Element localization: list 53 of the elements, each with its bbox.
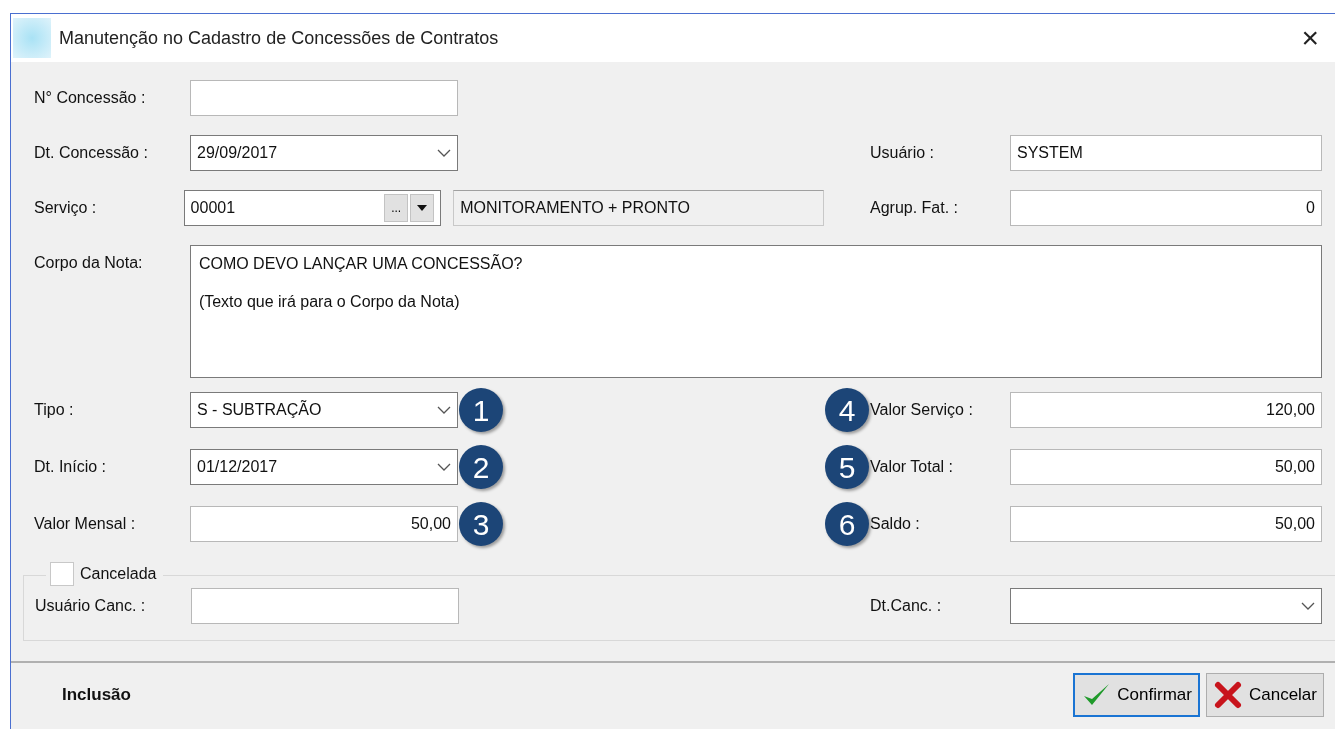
field-label: Usuário Canc. : — [35, 596, 147, 616]
memo-line: COMO DEVO LANÇAR UMA CONCESSÃO? — [198, 253, 524, 274]
memo-field[interactable]: COMO DEVO LANÇAR UMA CONCESSÃO? (Texto que irá para o Corpo da Nota) — [189, 245, 1322, 378]
combo-box[interactable]: 01/12/2017 — [190, 449, 458, 485]
text-field[interactable] — [191, 588, 459, 624]
status-text: Inclusão — [62, 683, 131, 706]
memo-line: (Texto que irá para o Corpo da Nota) — [198, 292, 461, 312]
checkbox-label: Cancelada — [80, 564, 157, 584]
text-field[interactable]: 0 — [1010, 190, 1322, 226]
text-field[interactable]: SYSTEM — [1010, 135, 1322, 171]
field-label: Dt. Início : — [34, 457, 108, 477]
dropdown-button[interactable] — [410, 194, 435, 222]
close-icon — [1212, 679, 1243, 710]
chevron-down-icon[interactable] — [437, 463, 451, 471]
ellipsis-button[interactable]: ... — [384, 194, 409, 222]
checkbox[interactable] — [50, 562, 74, 586]
number-marker: 5 — [825, 445, 869, 489]
number-marker: 4 — [825, 388, 869, 432]
close-button[interactable]: × — [1297, 23, 1323, 53]
number-marker: 6 — [825, 502, 869, 546]
field-label: Usuário : — [870, 143, 936, 163]
text-field[interactable]: 50,00 — [1010, 449, 1322, 485]
field-label: Dt. Concessão : — [34, 143, 149, 163]
field-label: Valor Total : — [870, 457, 954, 477]
code-field[interactable]: 00001 — [190, 196, 383, 220]
field-label: Dt.Canc. : — [870, 596, 943, 616]
field-label: Corpo da Nota: — [34, 253, 144, 273]
number-marker: 3 — [459, 502, 503, 546]
cancel-button[interactable]: Cancelar — [1205, 672, 1324, 717]
number-marker: 2 — [459, 445, 503, 489]
text-field[interactable]: 50,00 — [190, 506, 458, 542]
chevron-down-icon[interactable] — [437, 149, 451, 157]
text-field[interactable]: 50,00 — [1010, 506, 1322, 542]
chevron-down-icon[interactable] — [1301, 602, 1315, 610]
confirm-button[interactable]: Confirmar — [1073, 672, 1200, 717]
combo-box[interactable] — [1010, 588, 1322, 624]
combo-box[interactable]: 29/09/2017 — [190, 135, 458, 171]
field-label: Valor Serviço : — [870, 400, 974, 420]
description-field: MONITORAMENTO + PRONTO — [453, 190, 824, 226]
caret-icon — [416, 204, 429, 212]
window-title: Manutenção no Cadastro de Concessões de Contratos — [59, 26, 499, 50]
field-label: Saldo : — [870, 514, 921, 534]
field-label: N° Concessão : — [34, 88, 147, 108]
text-field[interactable] — [190, 80, 458, 116]
field-label: Agrup. Fat. : — [870, 198, 960, 218]
combo-box[interactable]: S - SUBTRAÇÃO — [190, 392, 458, 428]
field-label: Tipo : — [34, 400, 75, 420]
chevron-down-icon[interactable] — [437, 406, 451, 414]
field-label: Valor Mensal : — [34, 514, 137, 534]
field-label: Serviço : — [34, 198, 98, 218]
text-field[interactable]: 120,00 — [1010, 392, 1322, 428]
app-icon — [13, 18, 51, 58]
number-marker: 1 — [459, 388, 503, 432]
